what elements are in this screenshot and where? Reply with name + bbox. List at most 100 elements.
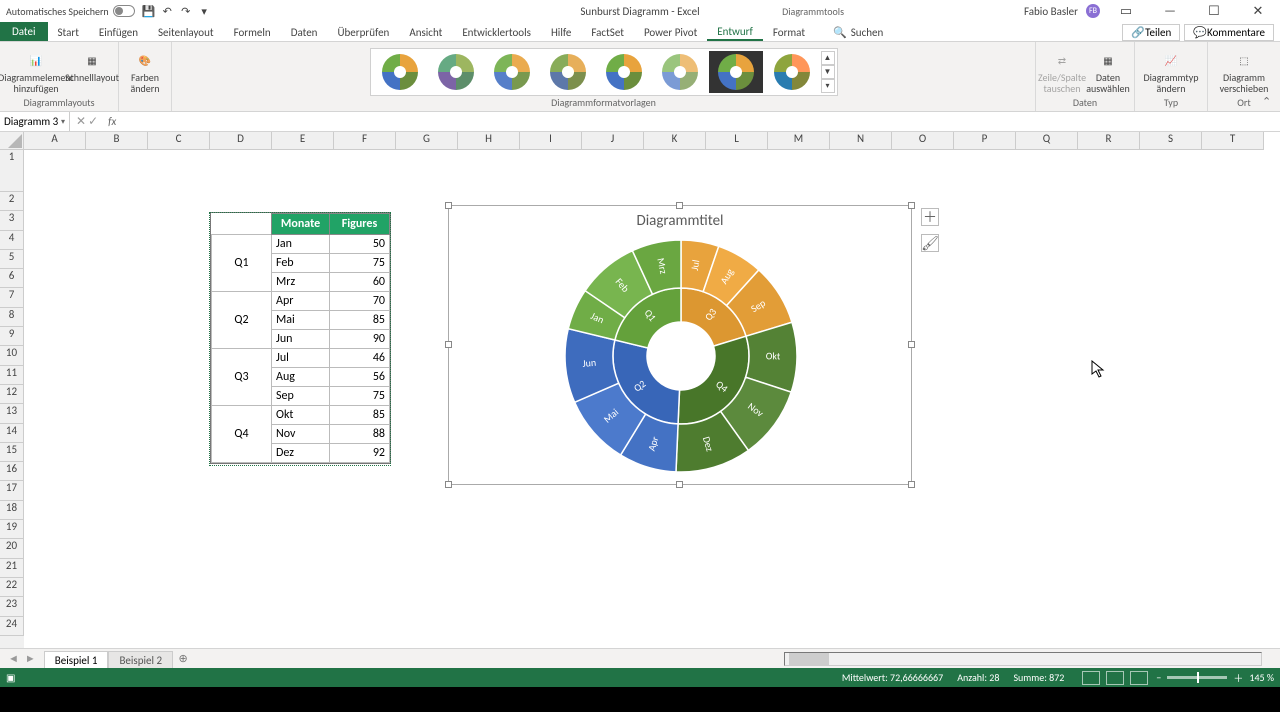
style-thumb-7[interactable] bbox=[709, 51, 763, 93]
select-all-corner[interactable] bbox=[0, 132, 24, 150]
tab-entwurf[interactable]: Entwurf bbox=[707, 21, 763, 41]
style-thumb-5[interactable] bbox=[597, 51, 651, 93]
name-box[interactable]: Diagramm 3 bbox=[0, 112, 70, 131]
column-header[interactable]: P bbox=[954, 132, 1016, 150]
resize-handle[interactable] bbox=[908, 341, 915, 348]
resize-handle[interactable] bbox=[676, 481, 683, 488]
column-header[interactable]: Q bbox=[1016, 132, 1078, 150]
style-thumb-6[interactable] bbox=[653, 51, 707, 93]
row-header[interactable]: 6 bbox=[0, 269, 24, 288]
undo-icon[interactable]: ↶ bbox=[159, 3, 175, 19]
change-colors-button[interactable]: 🎨 Farben ändern bbox=[123, 48, 167, 94]
column-header[interactable]: N bbox=[830, 132, 892, 150]
column-header[interactable]: I bbox=[520, 132, 582, 150]
select-data-button[interactable]: ▦ Daten auswählen bbox=[1086, 48, 1130, 94]
style-thumb-8[interactable] bbox=[765, 51, 819, 93]
row-header[interactable]: 3 bbox=[0, 211, 24, 230]
row-header[interactable]: 2 bbox=[0, 192, 24, 211]
column-header[interactable]: C bbox=[148, 132, 210, 150]
chart-style-gallery[interactable]: ▲ ▼ ▾ bbox=[370, 48, 838, 96]
tab-formeln[interactable]: Formeln bbox=[224, 21, 281, 41]
resize-handle[interactable] bbox=[908, 202, 915, 209]
fx-icon[interactable]: fx bbox=[104, 115, 120, 128]
tell-me[interactable]: 🔍Suchen bbox=[823, 21, 893, 41]
column-header[interactable]: B bbox=[86, 132, 148, 150]
minimize-icon[interactable]: — bbox=[1152, 2, 1188, 20]
close-icon[interactable]: ✕ bbox=[1240, 2, 1276, 20]
tab-ueberpruefen[interactable]: Überprüfen bbox=[327, 21, 399, 41]
formula-input[interactable] bbox=[120, 112, 1280, 131]
row-header[interactable]: 24 bbox=[0, 617, 24, 636]
row-header[interactable]: 4 bbox=[0, 231, 24, 250]
row-header[interactable]: 21 bbox=[0, 559, 24, 578]
move-chart-button[interactable]: ⬚ Diagramm verschieben bbox=[1212, 48, 1276, 94]
zoom-slider[interactable] bbox=[1167, 676, 1227, 679]
zoom-out-icon[interactable]: − bbox=[1156, 671, 1161, 684]
tab-powerpivot[interactable]: Power Pivot bbox=[634, 21, 707, 41]
sunburst-chart[interactable]: Q3JulAugSepQ4OktNovDezQ2AprMaiJunQ1JanFe… bbox=[449, 232, 913, 480]
column-header[interactable]: O bbox=[892, 132, 954, 150]
user-name[interactable]: Fabio Basler bbox=[1024, 5, 1078, 18]
row-header[interactable]: 14 bbox=[0, 424, 24, 443]
sheet-nav-prev-icon[interactable]: ◄ bbox=[8, 652, 19, 665]
comments-button[interactable]: 💬 Kommentare bbox=[1184, 24, 1274, 41]
ribbon-mode-icon[interactable]: ▭ bbox=[1108, 2, 1144, 20]
tab-hilfe[interactable]: Hilfe bbox=[541, 21, 581, 41]
row-header[interactable]: 5 bbox=[0, 250, 24, 269]
row-header[interactable]: 10 bbox=[0, 346, 24, 365]
resize-handle[interactable] bbox=[445, 341, 452, 348]
row-header[interactable]: 20 bbox=[0, 539, 24, 558]
style-thumb-1[interactable] bbox=[373, 51, 427, 93]
view-page-break-icon[interactable] bbox=[1130, 671, 1148, 685]
row-header[interactable]: 9 bbox=[0, 327, 24, 346]
row-header[interactable]: 8 bbox=[0, 308, 24, 327]
chart-object[interactable]: Diagrammtitel Q3JulAugSepQ4OktNovDezQ2Ap… bbox=[448, 205, 912, 485]
row-header[interactable]: 19 bbox=[0, 520, 24, 539]
column-header[interactable]: T bbox=[1202, 132, 1264, 150]
column-header[interactable]: G bbox=[396, 132, 458, 150]
column-headers[interactable]: ABCDEFGHIJKLMNOPQRST bbox=[24, 132, 1264, 150]
tab-daten[interactable]: Daten bbox=[281, 21, 328, 41]
gallery-down-icon[interactable]: ▼ bbox=[821, 65, 835, 79]
resize-handle[interactable] bbox=[445, 202, 452, 209]
tab-format[interactable]: Format bbox=[763, 21, 815, 41]
share-button[interactable]: 🔗 Teilen bbox=[1122, 24, 1180, 41]
chart-title[interactable]: Diagrammtitel bbox=[449, 206, 911, 232]
view-page-layout-icon[interactable] bbox=[1106, 671, 1124, 685]
sheet-tab-active[interactable]: Beispiel 1 bbox=[44, 651, 109, 668]
style-thumb-4[interactable] bbox=[541, 51, 595, 93]
row-header[interactable]: 11 bbox=[0, 366, 24, 385]
resize-handle[interactable] bbox=[908, 481, 915, 488]
chart-plus-icon[interactable]: ＋ bbox=[921, 208, 939, 226]
style-thumb-2[interactable] bbox=[429, 51, 483, 93]
column-header[interactable]: D bbox=[210, 132, 272, 150]
gallery-more-icon[interactable]: ▾ bbox=[821, 79, 835, 93]
record-macro-icon[interactable]: ▣ bbox=[6, 671, 15, 684]
row-header[interactable]: 18 bbox=[0, 501, 24, 520]
row-header[interactable]: 16 bbox=[0, 462, 24, 481]
quick-layout-button[interactable]: ▦ Schnelllayout bbox=[70, 48, 114, 83]
redo-icon[interactable]: ↷ bbox=[178, 3, 194, 19]
row-header[interactable]: 13 bbox=[0, 404, 24, 423]
row-header[interactable]: 12 bbox=[0, 385, 24, 404]
row-header[interactable]: 1 bbox=[0, 150, 24, 192]
column-header[interactable]: M bbox=[768, 132, 830, 150]
gallery-up-icon[interactable]: ▲ bbox=[821, 51, 835, 65]
column-header[interactable]: K bbox=[644, 132, 706, 150]
column-header[interactable]: F bbox=[334, 132, 396, 150]
file-tab[interactable]: Datei bbox=[0, 21, 48, 41]
maximize-icon[interactable]: ☐ bbox=[1196, 2, 1232, 20]
collapse-ribbon-icon[interactable]: ⌃ bbox=[1262, 95, 1276, 109]
user-avatar[interactable]: FB bbox=[1086, 4, 1100, 18]
save-icon[interactable]: 💾 bbox=[141, 3, 157, 19]
column-header[interactable]: H bbox=[458, 132, 520, 150]
chart-brush-icon[interactable]: 🖌 bbox=[921, 234, 939, 252]
row-header[interactable]: 15 bbox=[0, 443, 24, 462]
column-header[interactable]: A bbox=[24, 132, 86, 150]
sheet-tab-other[interactable]: Beispiel 2 bbox=[108, 651, 173, 668]
tab-ansicht[interactable]: Ansicht bbox=[399, 21, 452, 41]
column-header[interactable]: S bbox=[1140, 132, 1202, 150]
worksheet-grid[interactable]: 123456789101112131415161718192021222324 … bbox=[0, 150, 1280, 648]
autosave-toggle[interactable]: Automatisches Speichern bbox=[6, 5, 135, 18]
add-chart-element-button[interactable]: 📊 Diagrammelement hinzufügen bbox=[4, 48, 68, 94]
